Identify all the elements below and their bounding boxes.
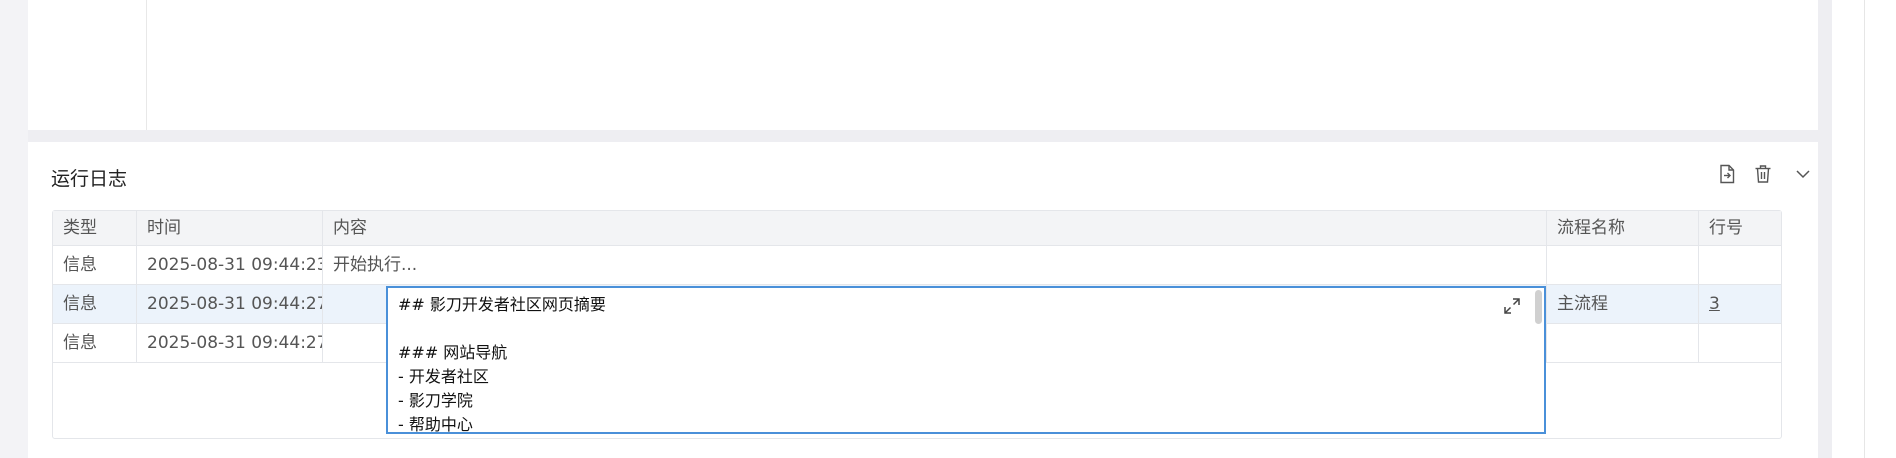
editor-line: ### 网站导航: [398, 343, 508, 362]
cell-content: 开始执行...: [323, 246, 1547, 285]
cell-time: 2025-08-31 09:44:23.316: [137, 246, 323, 285]
table-row[interactable]: 信息 2025-08-31 09:44:23.316 开始执行...: [53, 246, 1781, 285]
right-edge-line: [1864, 0, 1865, 458]
cell-line-number: [1699, 324, 1781, 363]
left-gutter: [0, 0, 28, 458]
upper-panel-divider: [146, 0, 147, 130]
cell-line-number: [1699, 246, 1781, 285]
cell-flow-name: [1547, 324, 1699, 363]
cell-type: 信息: [53, 324, 137, 363]
cell-type: 信息: [53, 285, 137, 324]
run-log-title: 运行日志: [51, 168, 128, 190]
column-header-type[interactable]: 类型: [53, 211, 137, 246]
editor-line: ## 影刀开发者社区网页摘要: [398, 295, 606, 314]
log-content-editor[interactable]: ## 影刀开发者社区网页摘要 ### 网站导航 - 开发者社区 - 影刀学院 -…: [386, 286, 1546, 434]
editor-line: - 帮助中心: [398, 415, 473, 434]
column-header-line-number[interactable]: 行号: [1699, 211, 1781, 246]
column-header-flow-name[interactable]: 流程名称: [1547, 211, 1699, 246]
cell-type: 信息: [53, 246, 137, 285]
cell-time: 2025-08-31 09:44:27.563: [137, 324, 323, 363]
editor-line: - 开发者社区: [398, 367, 489, 386]
expand-icon[interactable]: [1502, 296, 1522, 316]
cell-flow-name: [1547, 246, 1699, 285]
line-number-link[interactable]: 3: [1699, 285, 1781, 324]
right-gutter: [1818, 0, 1832, 458]
upper-panel: [28, 0, 1818, 130]
trash-icon[interactable]: [1750, 161, 1776, 187]
panel-separator: [28, 130, 1818, 142]
table-header: 类型 时间 内容 流程名称 行号: [53, 211, 1781, 246]
cell-flow-name: 主流程: [1547, 285, 1699, 324]
column-header-content[interactable]: 内容: [323, 211, 1547, 246]
editor-line: - 影刀学院: [398, 391, 473, 410]
column-header-time[interactable]: 时间: [137, 211, 323, 246]
export-file-icon[interactable]: [1714, 161, 1740, 187]
cell-time: 2025-08-31 09:44:27.563: [137, 285, 323, 324]
editor-scrollbar-thumb[interactable]: [1535, 290, 1542, 324]
chevron-down-icon[interactable]: [1790, 161, 1816, 187]
